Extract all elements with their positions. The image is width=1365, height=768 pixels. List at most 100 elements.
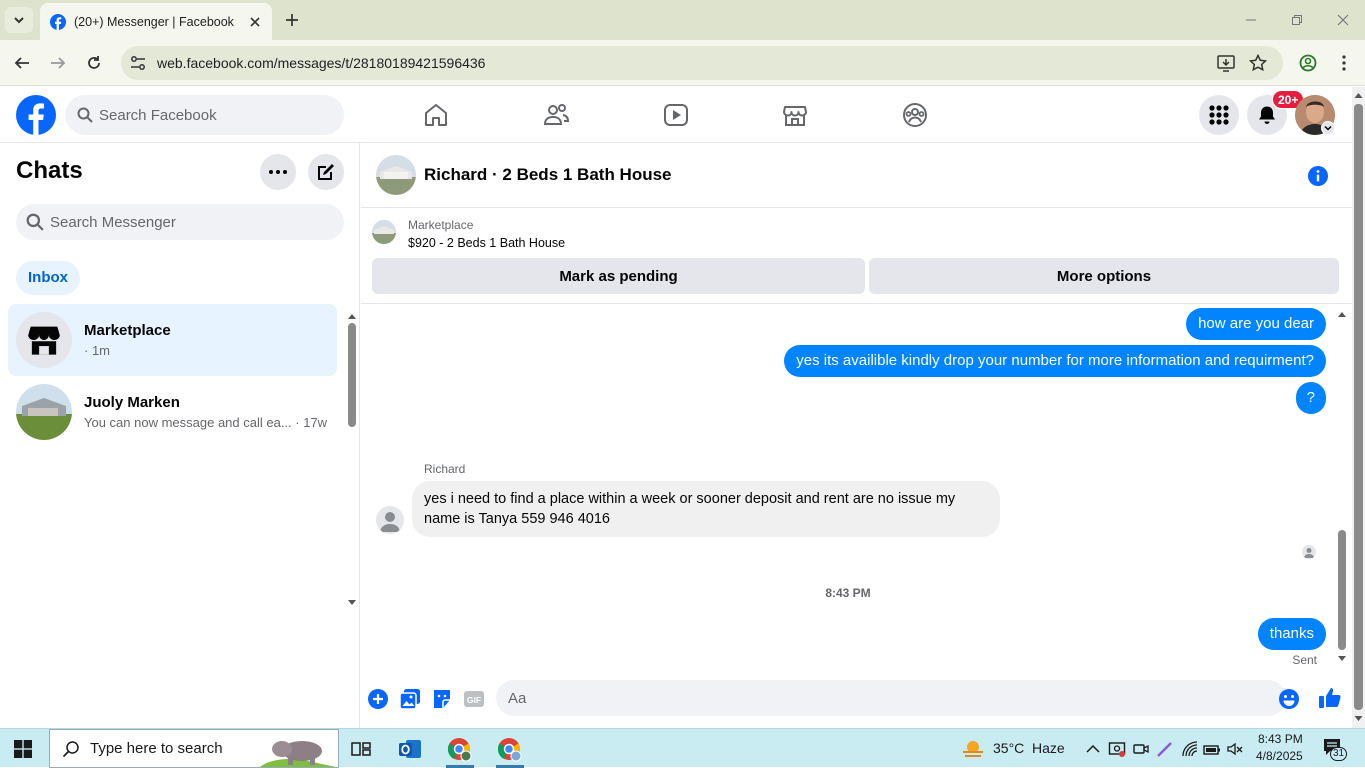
conversation-avatar[interactable] <box>376 155 416 195</box>
windows-taskbar: Type here to search 35°C Haze 8:43 PM 4/… <box>0 728 1365 768</box>
minimize-icon[interactable] <box>1240 10 1262 30</box>
hippo-illustration-icon <box>260 741 336 767</box>
browser-menu-icon[interactable] <box>1334 53 1354 73</box>
chats-options-button[interactable] <box>260 154 296 190</box>
like-thumb-icon[interactable] <box>1318 686 1342 710</box>
facebook-favicon-icon <box>50 13 66 30</box>
message-composer: GIF <box>361 679 1352 719</box>
marketplace-listing-bar: Marketplace $920 - 2 Beds 1 Bath House M… <box>361 208 1352 304</box>
pen-icon[interactable] <box>1156 740 1174 758</box>
home-icon[interactable] <box>422 101 450 129</box>
sticker-icon[interactable] <box>431 688 453 710</box>
tab-close-icon[interactable] <box>246 13 264 31</box>
network-icon[interactable] <box>1181 740 1199 758</box>
message-outgoing[interactable]: how are you dear <box>1186 308 1326 340</box>
seen-indicator-avatar <box>1302 545 1316 559</box>
message-incoming[interactable]: yes i need to find a place within a week… <box>412 481 1000 537</box>
compose-icon <box>318 164 334 180</box>
task-view-icon[interactable] <box>348 736 374 762</box>
inbox-filter-tab[interactable]: Inbox <box>16 261 80 295</box>
battery-icon[interactable] <box>1203 740 1221 758</box>
messenger-search-placeholder: Search Messenger <box>50 213 176 231</box>
notification-center-button[interactable]: 31 <box>1322 737 1350 761</box>
video-icon[interactable] <box>662 101 690 129</box>
taskbar-search[interactable]: Type here to search <box>49 729 339 768</box>
message-outgoing[interactable]: ? <box>1295 382 1326 414</box>
message-outgoing[interactable]: yes its availible kindly drop your numbe… <box>784 345 1326 377</box>
chat-item-name: Marketplace <box>84 322 171 339</box>
svg-text:GIF: GIF <box>467 695 481 705</box>
marketplace-store-icon <box>28 326 60 355</box>
chat-item-marketplace[interactable]: Marketplace · 1m <box>8 304 337 376</box>
listing-thumbnail[interactable] <box>372 220 396 244</box>
marketplace-avatar <box>16 312 72 368</box>
friends-icon[interactable] <box>542 101 570 129</box>
messenger-search[interactable]: Search Messenger <box>16 204 344 240</box>
more-options-button[interactable]: More options <box>869 258 1339 294</box>
close-window-icon[interactable] <box>1332 10 1354 30</box>
windows-start-icon[interactable] <box>14 740 32 758</box>
forward-icon[interactable] <box>48 53 68 73</box>
chrome-profile-2-icon[interactable] <box>496 736 522 762</box>
volume-muted-icon[interactable] <box>1226 740 1244 758</box>
juoly-marken-avatar <box>16 384 72 440</box>
sender-avatar[interactable] <box>376 506 404 534</box>
message-status: Sent <box>1292 653 1317 667</box>
site-settings-icon[interactable] <box>129 54 147 72</box>
install-app-icon[interactable] <box>1216 53 1236 73</box>
message-input[interactable] <box>496 680 1286 716</box>
browser-tab[interactable]: (20+) Messenger | Facebook <box>40 3 272 40</box>
message-outgoing[interactable]: thanks <box>1257 618 1326 650</box>
browser-tab-bar: (20+) Messenger | Facebook <box>0 0 1365 40</box>
chat-item-juoly-marken[interactable]: Juoly Marken You can now message and cal… <box>8 376 337 448</box>
profile-icon[interactable] <box>1298 53 1318 73</box>
clock-date[interactable]: 4/8/2025 <box>1256 749 1303 763</box>
reload-icon[interactable] <box>84 53 104 73</box>
weather-temperature: 35°C <box>993 740 1025 756</box>
search-icon <box>77 107 93 123</box>
camera-icon[interactable] <box>1132 740 1150 758</box>
tab-search-button[interactable] <box>5 7 33 33</box>
gif-icon[interactable]: GIF <box>463 688 485 710</box>
tab-title: (20+) Messenger | Facebook <box>74 14 234 29</box>
address-bar-row: web.facebook.com/messages/t/281801894215… <box>0 40 1365 86</box>
chevron-up-icon[interactable] <box>1084 740 1102 758</box>
listing-title[interactable]: $920 - 2 Beds 1 Bath House <box>408 236 565 250</box>
info-icon[interactable] <box>1307 165 1329 187</box>
marketplace-icon[interactable] <box>781 101 809 129</box>
outlook-icon[interactable] <box>397 736 423 762</box>
messages-scrollbar[interactable] <box>1336 308 1348 666</box>
mark-as-pending-button[interactable]: Mark as pending <box>372 258 865 294</box>
conversation-title[interactable]: Richard · 2 Beds 1 Bath House <box>424 165 672 185</box>
plus-circle-icon[interactable] <box>367 688 389 710</box>
chevron-down-icon <box>14 17 24 24</box>
weather-description: Haze <box>1032 740 1065 756</box>
chats-panel: Chats Search Messenger Inbox Marketplace… <box>0 143 360 728</box>
clock-time[interactable]: 8:43 PM <box>1258 732 1303 746</box>
facebook-search[interactable]: Search Facebook <box>65 95 344 135</box>
chat-item-preview: You can now message and call ea... · 17w <box>84 415 328 430</box>
message-timestamp: 8:43 PM <box>825 586 871 600</box>
conversation-header: Richard · 2 Beds 1 Bath House <box>361 143 1352 208</box>
chat-list-scrollbar[interactable] <box>347 309 357 609</box>
marketplace-label: Marketplace <box>408 218 474 232</box>
facebook-logo-icon[interactable] <box>16 95 56 135</box>
chats-title: Chats <box>16 157 83 184</box>
photo-icon[interactable] <box>399 688 421 710</box>
search-icon <box>26 213 44 231</box>
weather-haze-icon[interactable] <box>960 736 986 762</box>
restore-icon[interactable] <box>1286 10 1308 30</box>
chrome-profile-1-icon[interactable] <box>446 736 472 762</box>
url-field[interactable]: web.facebook.com/messages/t/281801894215… <box>121 46 1283 80</box>
bookmark-star-icon[interactable] <box>1248 53 1268 73</box>
menu-button[interactable] <box>1199 95 1239 135</box>
notification-count-badge: 31 <box>1330 747 1348 761</box>
groups-icon[interactable] <box>901 101 929 129</box>
page-scrollbar[interactable] <box>1352 87 1365 728</box>
account-chevron-icon[interactable] <box>1321 121 1335 135</box>
emoji-icon[interactable] <box>1278 688 1300 710</box>
new-message-button[interactable] <box>308 154 344 190</box>
new-tab-icon[interactable] <box>282 10 302 30</box>
meet-now-icon[interactable] <box>1108 740 1126 758</box>
back-icon[interactable] <box>12 53 32 73</box>
